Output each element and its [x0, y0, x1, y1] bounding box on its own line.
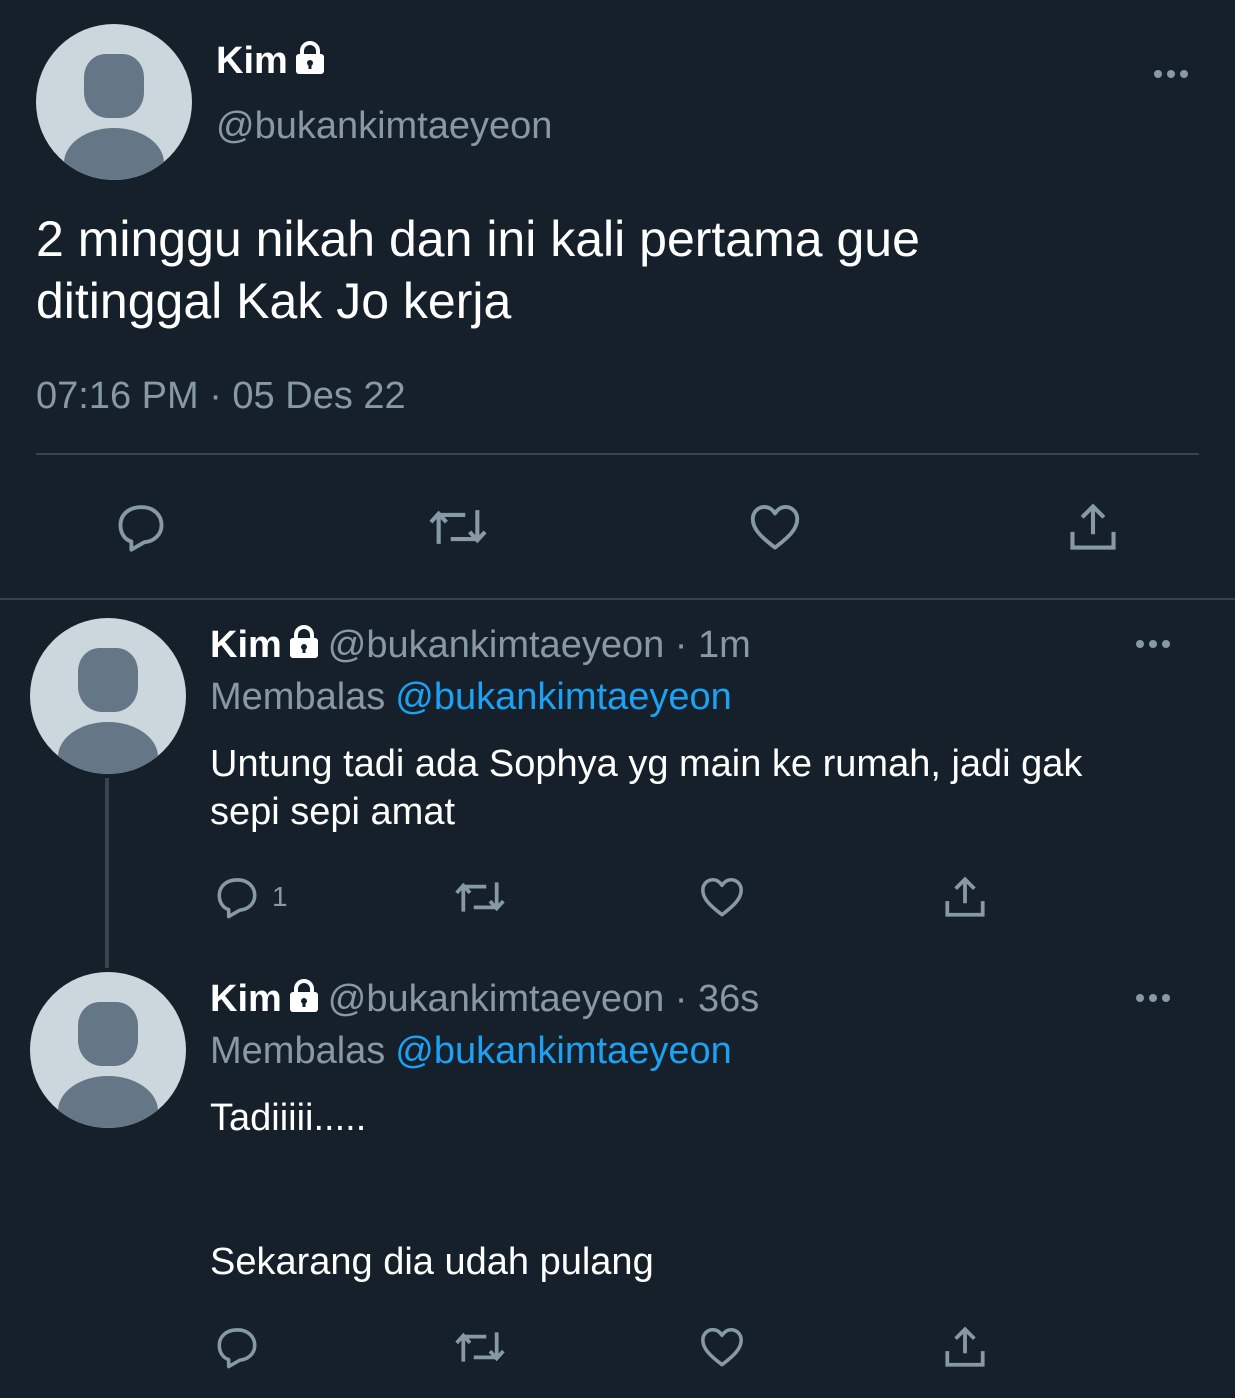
- reply-icon: [217, 1328, 257, 1369]
- reply-text-line1: Tadiiiii.....: [210, 1097, 367, 1139]
- share-button[interactable]: [1064, 498, 1122, 556]
- reply-header[interactable]: Kim @bukankimtaeyeon · 1m: [210, 624, 751, 669]
- main-handle[interactable]: @bukankimtaeyeon: [216, 105, 552, 148]
- reply-button[interactable]: 1: [212, 872, 288, 922]
- mention-link[interactable]: @bukankimtaeyeon: [395, 676, 731, 718]
- main-tweet-text-line2: ditinggal Kak Jo kerja: [36, 273, 512, 329]
- reply-button[interactable]: [112, 498, 170, 556]
- mention-link[interactable]: @bukankimtaeyeon: [395, 1030, 731, 1072]
- replying-to: Membalas @bukankimtaeyeon: [210, 1030, 732, 1073]
- retweet-icon: [455, 882, 505, 912]
- heart-icon: [701, 877, 743, 917]
- share-button[interactable]: [940, 872, 990, 922]
- main-tweet-text: 2 minggu nikah dan ini kali pertama gue …: [36, 208, 1166, 332]
- retweet-button[interactable]: [452, 872, 508, 922]
- heart-icon: [750, 505, 800, 550]
- reply-text: Untung tadi ada Sophya yg main ke rumah,…: [210, 740, 1190, 836]
- main-timestamp[interactable]: 07:16 PM · 05 Des 22: [36, 375, 406, 418]
- share-icon: [945, 1326, 985, 1367]
- reply-text-line2: Sekarang dia udah pulang: [210, 1241, 654, 1283]
- lock-icon: [294, 41, 326, 85]
- reply-text-line1: Untung tadi ada Sophya yg main ke rumah,…: [210, 743, 1083, 785]
- like-button[interactable]: [746, 498, 804, 556]
- reply-icon: [217, 878, 257, 919]
- reply-text: Tadiiiii.....: [210, 1094, 1190, 1142]
- main-tweet-text-line1: 2 minggu nikah dan ini kali pertama gue: [36, 211, 920, 267]
- reply-avatar[interactable]: [30, 972, 186, 1128]
- reply-button[interactable]: [212, 1322, 262, 1372]
- retweet-button[interactable]: [452, 1322, 508, 1372]
- retweet-button[interactable]: [426, 498, 490, 556]
- main-avatar[interactable]: [36, 24, 192, 180]
- reply-count: 1: [272, 881, 288, 912]
- main-author-name[interactable]: Kim: [216, 40, 326, 85]
- replying-label: Membalas: [210, 1030, 386, 1072]
- reply-author-name[interactable]: Kim: [210, 624, 282, 666]
- replying-to: Membalas @bukankimtaeyeon: [210, 676, 732, 719]
- thread-line: [105, 778, 109, 968]
- reply-avatar[interactable]: [30, 618, 186, 774]
- retweet-icon: [429, 510, 487, 544]
- heart-icon: [701, 1327, 743, 1367]
- reply-header[interactable]: Kim @bukankimtaeyeon · 36s: [210, 978, 759, 1023]
- more-icon[interactable]: [1136, 994, 1170, 1002]
- like-button[interactable]: [697, 1322, 747, 1372]
- share-icon: [1070, 503, 1116, 550]
- reply-text: Sekarang dia udah pulang: [210, 1238, 1190, 1286]
- more-icon[interactable]: [1154, 70, 1188, 78]
- section-divider: [0, 598, 1235, 600]
- share-icon: [945, 876, 985, 917]
- reply-handle-time[interactable]: @bukankimtaeyeon · 1m: [328, 624, 751, 666]
- retweet-icon: [455, 1332, 505, 1362]
- reply-author-name[interactable]: Kim: [210, 978, 282, 1020]
- reply-icon: [118, 505, 164, 552]
- lock-icon: [288, 625, 320, 669]
- reply-text-line2: sepi sepi amat: [210, 791, 456, 833]
- reply-handle-time[interactable]: @bukankimtaeyeon · 36s: [328, 978, 759, 1020]
- lock-icon: [288, 979, 320, 1023]
- share-button[interactable]: [940, 1322, 990, 1372]
- like-button[interactable]: [697, 872, 747, 922]
- divider: [36, 453, 1199, 455]
- more-icon[interactable]: [1136, 640, 1170, 648]
- replying-label: Membalas: [210, 676, 386, 718]
